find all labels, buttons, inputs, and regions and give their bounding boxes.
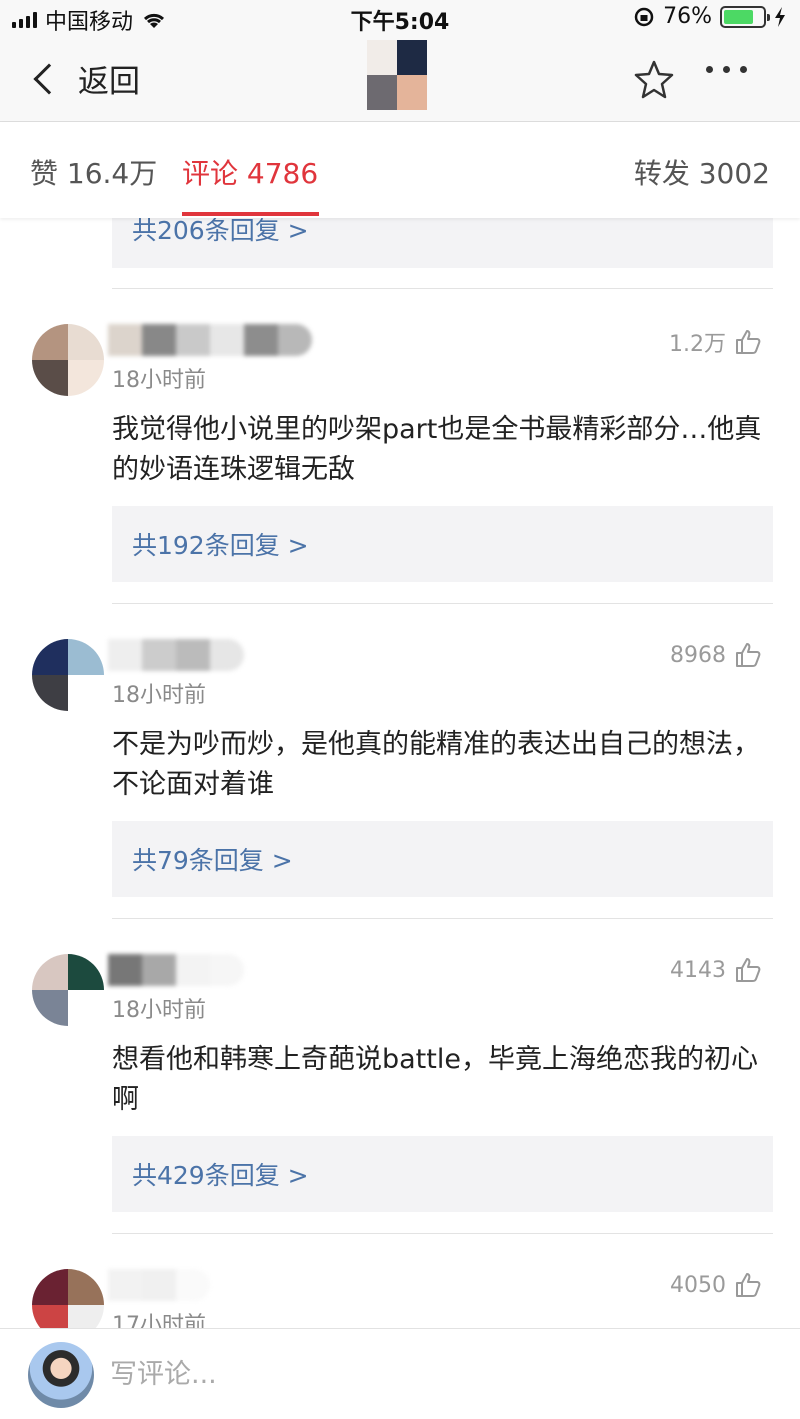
- comment-input-bar: [0, 1328, 800, 1419]
- comment-text: 想看他和韩寒上奇葩说battle，毕竟上海绝恋我的初心啊: [112, 1044, 758, 1115]
- my-avatar[interactable]: [28, 1342, 94, 1408]
- commenter-name-blurred[interactable]: [108, 639, 244, 671]
- tab-comments[interactable]: 评论 4786: [182, 152, 318, 192]
- chevron-left-icon: [33, 62, 65, 95]
- commenter-name-blurred[interactable]: [108, 1269, 210, 1301]
- comment-time: 18小时前: [112, 998, 206, 1023]
- thumbs-up-icon: [736, 1273, 761, 1297]
- comment-time: 18小时前: [112, 368, 206, 393]
- like-button[interactable]: 8968: [670, 641, 762, 669]
- divider: [112, 603, 773, 604]
- reply-count-link[interactable]: 共206条回复 >: [112, 218, 773, 268]
- thumbs-up-icon: [736, 330, 761, 354]
- tab-reposts[interactable]: 转发 3002: [634, 152, 770, 192]
- charging-icon: [775, 6, 785, 27]
- battery-percent: 76%: [663, 4, 712, 29]
- divider: [112, 288, 773, 289]
- like-button[interactable]: 4143: [670, 956, 762, 984]
- status-bar: 中国移动 下午5:04 76%: [0, 0, 800, 36]
- like-button[interactable]: 1.2万: [669, 326, 762, 358]
- back-label: 返回: [78, 64, 140, 100]
- like-count: 1.2万: [669, 332, 726, 357]
- comment-feed[interactable]: 共206条回复 > 1.2万 18小时前 我觉得他小说里的吵架part也是全书最…: [0, 218, 800, 1328]
- back-button[interactable]: 返回: [30, 56, 140, 101]
- tab-bar: 赞 16.4万 评论 4786 转发 3002: [0, 122, 800, 218]
- like-count: 8968: [670, 642, 726, 668]
- status-right: 76%: [633, 4, 786, 29]
- like-count: 4143: [670, 957, 726, 983]
- comment-text: 我觉得他小说里的吵架part也是全书最精彩部分…他真的妙语连珠逻辑无敌: [112, 414, 762, 485]
- reply-count-link[interactable]: 共79条回复 >: [112, 821, 773, 897]
- commenter-name-blurred[interactable]: [108, 324, 312, 356]
- commenter-name-blurred[interactable]: [108, 954, 244, 986]
- nav-bar: 返回: [0, 36, 800, 122]
- comment-text: 不是为吵而炒，是他真的能精准的表达出自己的想法，不论面对着谁: [112, 729, 760, 800]
- author-avatar[interactable]: [367, 40, 427, 110]
- like-button[interactable]: 4050: [670, 1271, 762, 1299]
- commenter-avatar[interactable]: [32, 1269, 104, 1328]
- comment-input[interactable]: [110, 1351, 710, 1397]
- thumbs-up-icon: [736, 643, 761, 667]
- rotation-lock-icon: [634, 7, 654, 26]
- active-tab-indicator: [182, 212, 319, 216]
- star-icon[interactable]: [632, 58, 676, 102]
- battery-icon: [720, 5, 770, 28]
- tab-likes[interactable]: 赞 16.4万: [30, 152, 157, 192]
- divider: [112, 918, 773, 919]
- commenter-avatar[interactable]: [32, 639, 104, 711]
- comment-time: 17小时前: [112, 1313, 206, 1328]
- commenter-avatar[interactable]: [32, 324, 104, 396]
- more-options-button[interactable]: [706, 66, 747, 73]
- reply-count-link[interactable]: 共429条回复 >: [112, 1136, 773, 1212]
- reply-count-link[interactable]: 共192条回复 >: [112, 506, 773, 582]
- commenter-avatar[interactable]: [32, 954, 104, 1026]
- divider: [112, 1233, 773, 1234]
- thumbs-up-icon: [736, 958, 761, 982]
- like-count: 4050: [670, 1272, 726, 1298]
- comment-time: 18小时前: [112, 683, 206, 708]
